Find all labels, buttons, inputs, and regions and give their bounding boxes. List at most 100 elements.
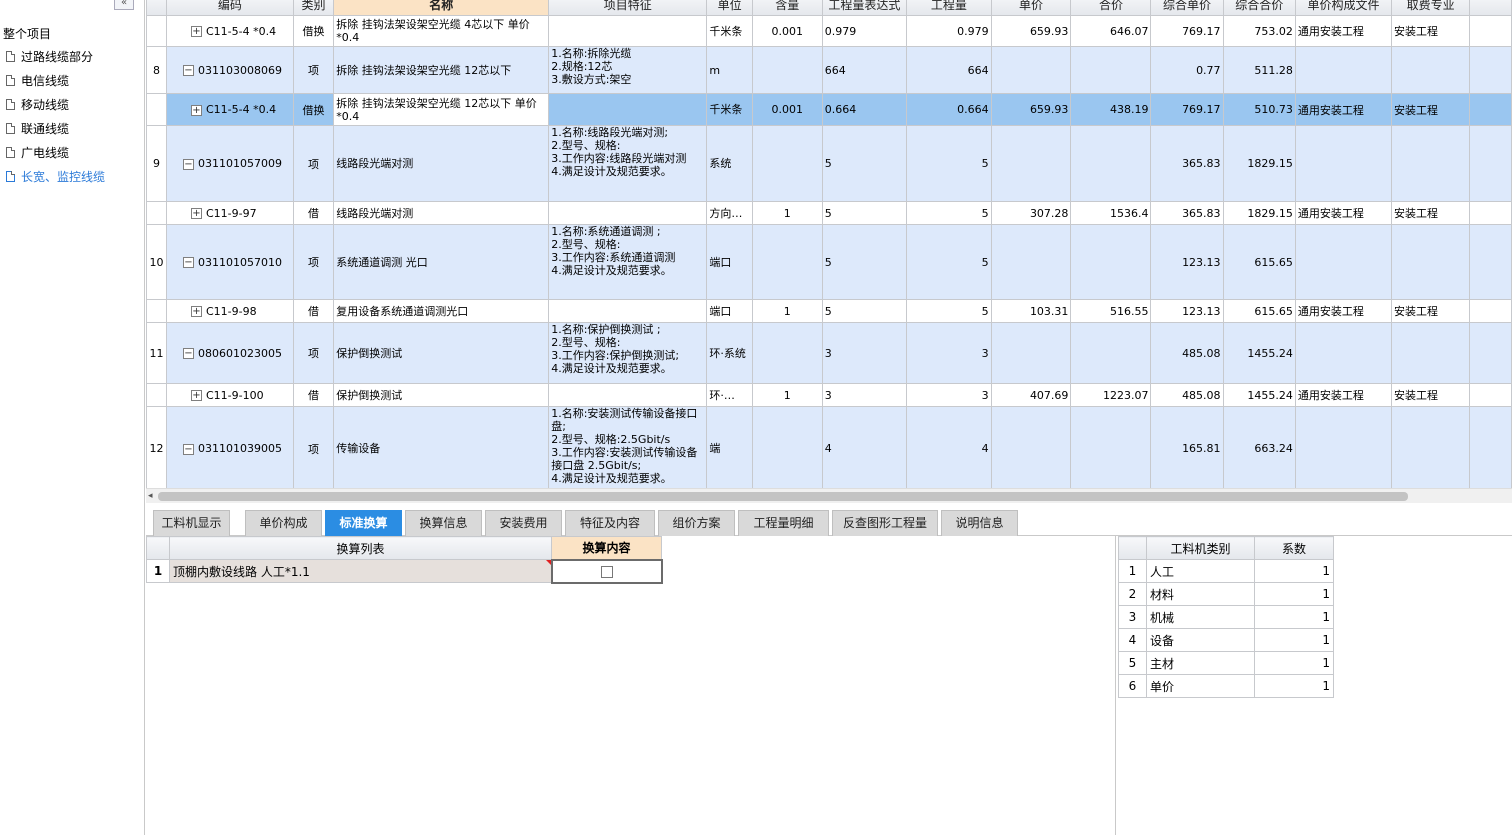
- feature-cell[interactable]: [548, 93, 708, 126]
- tab-unit-price-composition[interactable]: 单价构成: [245, 510, 322, 536]
- expand-icon[interactable]: +: [190, 390, 202, 401]
- collapse-icon[interactable]: −: [182, 257, 194, 268]
- quantity-cell[interactable]: 0.664: [906, 93, 992, 126]
- unit-total-cell[interactable]: 615.65: [1222, 299, 1296, 323]
- col-header-unit[interactable]: 单位: [706, 0, 753, 16]
- code-cell[interactable]: + C11-5-4 *0.4: [165, 93, 294, 126]
- unit-price-cell[interactable]: 485.08: [1150, 322, 1224, 384]
- bill-item-row[interactable]: 9−031101057009 项线路段光端对测 1.名称:线路段光端对测; 2.型号…: [146, 125, 1512, 202]
- quantity-cell[interactable]: 0.979: [906, 15, 992, 47]
- row-number[interactable]: [146, 383, 167, 407]
- scroll-left-arrow-icon[interactable]: ◂: [148, 491, 153, 501]
- fee-spec-cell[interactable]: [1391, 322, 1471, 384]
- content-cell[interactable]: 0.001: [751, 93, 823, 126]
- type-cell[interactable]: 项: [292, 46, 335, 94]
- tab-conversion-info[interactable]: 换算信息: [405, 510, 482, 536]
- price-file-cell[interactable]: 通用安装工程: [1294, 383, 1393, 407]
- tab-quantity-detail[interactable]: 工程量明细: [738, 510, 829, 536]
- unit-price-cell[interactable]: 365.83: [1150, 201, 1224, 225]
- name-cell[interactable]: 复用设备系统通道调测光口: [333, 299, 550, 323]
- tab-pricing-scheme[interactable]: 组价方案: [658, 510, 735, 536]
- scrollbar-thumb[interactable]: [158, 492, 1408, 501]
- expression-cell[interactable]: 0.979: [821, 15, 908, 47]
- feature-cell[interactable]: 1.名称:安装测试传输设备接口盘; 2.型号、规格:2.5Gbit/s 3.工作…: [548, 406, 708, 488]
- name-cell[interactable]: 传输设备: [333, 406, 550, 488]
- coef-value-cell[interactable]: 1: [1254, 674, 1334, 698]
- row-number[interactable]: 8: [146, 46, 167, 94]
- col-header-code[interactable]: 编码: [165, 0, 294, 16]
- price-file-cell[interactable]: [1294, 224, 1393, 300]
- row-number[interactable]: [146, 15, 167, 47]
- coef-value-cell[interactable]: 1: [1254, 582, 1334, 606]
- unit-total-cell[interactable]: 663.24: [1222, 406, 1296, 488]
- fee-spec-cell[interactable]: [1391, 46, 1471, 94]
- col-header-price[interactable]: 单价: [990, 0, 1072, 16]
- quota-sub-row[interactable]: + C11-5-4 *0.4 借换 拆除 挂钩法架设架空光缆 12芯以下 单价*0.4…: [146, 93, 1512, 126]
- expression-cell[interactable]: 3: [821, 383, 908, 407]
- col-header-total[interactable]: 合价: [1070, 0, 1152, 16]
- unit-price-cell[interactable]: 0.77: [1150, 46, 1224, 94]
- collapse-panel-button[interactable]: «: [114, 0, 134, 10]
- coefficient-row[interactable]: 4 设备 1: [1118, 628, 1334, 652]
- row-number[interactable]: 12: [146, 406, 167, 488]
- price-cell[interactable]: [990, 125, 1072, 202]
- price-cell[interactable]: 659.93: [990, 15, 1072, 47]
- fee-spec-cell[interactable]: [1391, 224, 1471, 300]
- col-header-feature[interactable]: 项目特征: [548, 0, 708, 16]
- unit-total-cell[interactable]: 1829.15: [1222, 125, 1296, 202]
- bill-item-row[interactable]: 8−031103008069 项拆除 挂钩法架设架空光缆 12芯以下 1.名称:拆除…: [146, 46, 1512, 94]
- col-header-name[interactable]: 名称: [333, 0, 550, 16]
- bill-item-row[interactable]: 11−080601023005 项保护倒换测试 1.名称:保护倒换测试 ; 2.型号…: [146, 322, 1512, 384]
- expression-cell[interactable]: 5: [821, 224, 908, 300]
- coefficient-row[interactable]: 3 机械 1: [1118, 605, 1334, 629]
- feature-cell[interactable]: 1.名称:拆除光缆 2.规格:12芯 3.敷设方式:架空: [548, 46, 708, 94]
- content-cell[interactable]: [751, 322, 823, 384]
- name-cell[interactable]: 线路段光端对测: [333, 201, 550, 225]
- expand-icon[interactable]: +: [190, 26, 202, 37]
- price-cell[interactable]: [990, 224, 1072, 300]
- unit-price-cell[interactable]: 365.83: [1150, 125, 1224, 202]
- price-cell[interactable]: [990, 322, 1072, 384]
- code-cell[interactable]: −080601023005: [165, 322, 294, 384]
- type-cell[interactable]: 借: [292, 383, 335, 407]
- unit-cell[interactable]: 端口: [706, 299, 753, 323]
- unit-price-cell[interactable]: 123.13: [1150, 224, 1224, 300]
- price-cell[interactable]: 103.31: [990, 299, 1072, 323]
- total-cell[interactable]: [1070, 224, 1152, 300]
- fee-spec-cell[interactable]: 安装工程: [1391, 383, 1471, 407]
- quantity-cell[interactable]: 5: [906, 201, 992, 225]
- expression-cell[interactable]: 3: [821, 322, 908, 384]
- type-cell[interactable]: 借: [292, 201, 335, 225]
- quantity-cell[interactable]: 5: [906, 125, 992, 202]
- type-cell[interactable]: 项: [292, 406, 335, 488]
- unit-cell[interactable]: m: [706, 46, 753, 94]
- expand-icon[interactable]: +: [190, 306, 202, 317]
- content-cell[interactable]: 1: [751, 201, 823, 225]
- content-cell[interactable]: 0.001: [751, 15, 823, 47]
- fee-spec-cell[interactable]: 安装工程: [1391, 299, 1471, 323]
- unit-price-cell[interactable]: 485.08: [1150, 383, 1224, 407]
- name-cell[interactable]: 拆除 挂钩法架设架空光缆 12芯以下 单价*0.4: [333, 93, 550, 126]
- fee-spec-cell[interactable]: [1391, 125, 1471, 202]
- unit-price-cell[interactable]: 165.81: [1150, 406, 1224, 488]
- tab-features-content[interactable]: 特征及内容: [565, 510, 655, 536]
- code-cell[interactable]: −031101057010: [165, 224, 294, 300]
- code-cell[interactable]: + C11-9-98: [165, 299, 294, 323]
- total-cell[interactable]: 1223.07: [1070, 383, 1152, 407]
- price-file-cell[interactable]: 通用安装工程: [1294, 201, 1393, 225]
- content-cell[interactable]: [751, 406, 823, 488]
- conversion-row[interactable]: 1 顶棚内敷设线路 人工*1.1: [146, 558, 663, 584]
- total-cell[interactable]: 438.19: [1070, 93, 1152, 126]
- type-cell[interactable]: 项: [292, 125, 335, 202]
- conversion-checkbox[interactable]: [600, 565, 613, 578]
- content-cell[interactable]: 1: [751, 299, 823, 323]
- quota-sub-row[interactable]: + C11-5-4 *0.4 借换 拆除 挂钩法架设架空光缆 4芯以下 单价*0.4 千…: [146, 15, 1512, 47]
- tree-item-2[interactable]: 移动线缆: [6, 95, 69, 113]
- tab-reverse-graphic-quantity[interactable]: 反查图形工程量: [832, 510, 938, 536]
- tree-item-5[interactable]: 长宽、监控线缆: [6, 167, 105, 185]
- row-number[interactable]: 11: [146, 322, 167, 384]
- price-file-cell[interactable]: 通用安装工程: [1294, 299, 1393, 323]
- unit-price-cell[interactable]: 769.17: [1150, 93, 1224, 126]
- unit-total-cell[interactable]: 753.02: [1222, 15, 1296, 47]
- code-cell[interactable]: + C11-5-4 *0.4: [165, 15, 294, 47]
